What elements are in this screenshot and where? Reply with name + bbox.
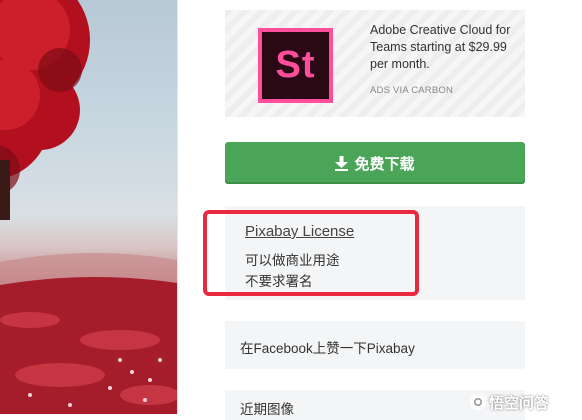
red-tree-image	[0, 0, 177, 414]
ad-via-carbon[interactable]: ADS VIA CARBON	[370, 85, 453, 96]
adobe-stock-logo[interactable]: St	[258, 28, 333, 103]
red-highlight-box	[203, 210, 419, 296]
photo-preview[interactable]	[0, 0, 177, 414]
facebook-like-label: 在Facebook上赞一下Pixabay	[240, 341, 415, 356]
ad-logo-text: St	[275, 44, 316, 86]
recent-images-heading: 近期图像	[240, 402, 294, 417]
wukong-logo-icon	[470, 394, 486, 410]
facebook-like-panel[interactable]: 在Facebook上赞一下Pixabay	[225, 321, 525, 369]
carbon-ad[interactable]: St Adobe Creative Cloud for Teams starti…	[225, 10, 525, 117]
watermark: 悟空问答	[470, 392, 549, 412]
free-download-button[interactable]: 免费下载	[225, 142, 525, 184]
ad-headline[interactable]: Adobe Creative Cloud for Teams starting …	[370, 22, 522, 73]
download-arrow-icon	[335, 155, 349, 171]
watermark-text: 悟空问答	[489, 394, 550, 412]
divider	[177, 0, 178, 414]
download-label: 免费下载	[354, 155, 415, 173]
